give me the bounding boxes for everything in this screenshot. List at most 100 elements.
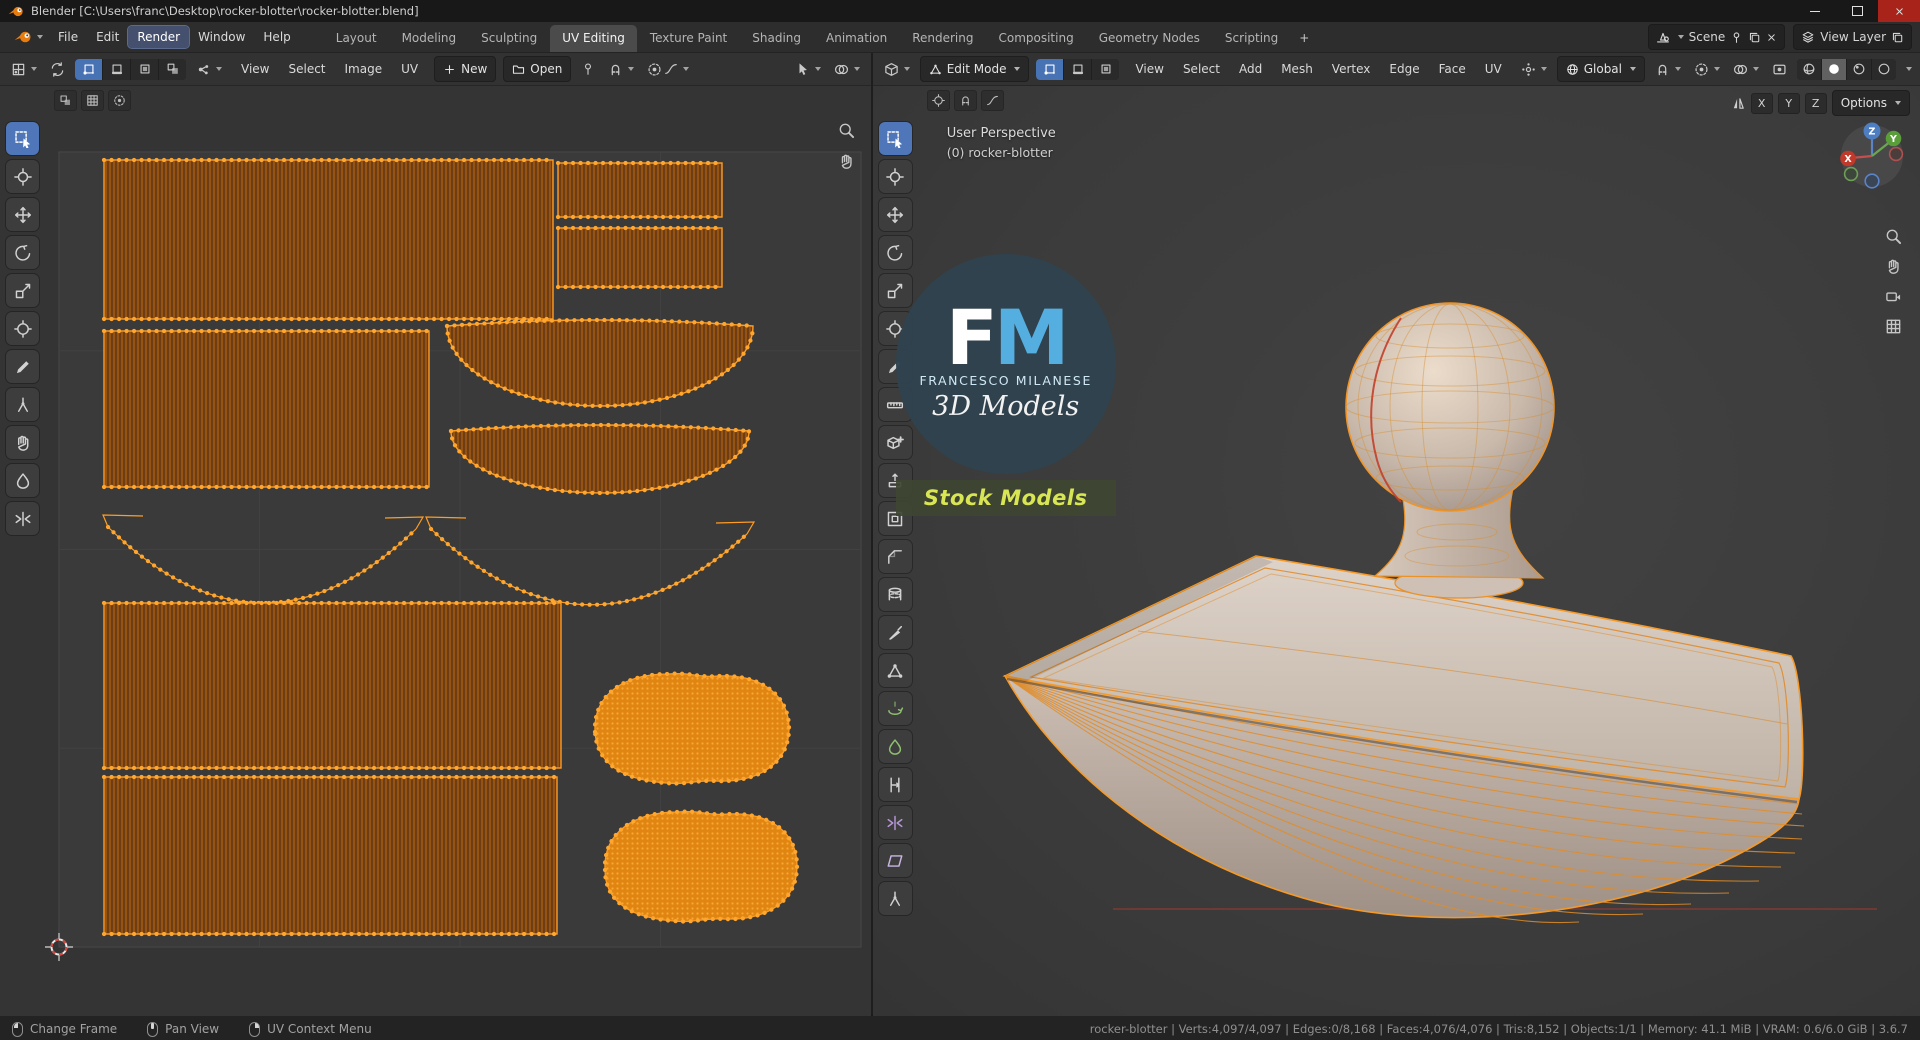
new-scene-icon[interactable]	[1748, 31, 1761, 44]
uv-option-toggle-1[interactable]	[54, 90, 77, 111]
workspace-tab-rendering[interactable]: Rendering	[900, 25, 985, 52]
xray-toggle[interactable]	[1769, 60, 1790, 79]
blender-menu-button[interactable]	[8, 30, 49, 44]
vp-tool-edge-slide[interactable]	[878, 768, 912, 801]
vp-tool-move[interactable]	[878, 198, 912, 231]
menu-window[interactable]: Window	[189, 26, 254, 48]
maximize-button[interactable]	[1836, 0, 1878, 22]
uv-select-mode-island[interactable]	[159, 58, 186, 80]
workspace-tab-shading[interactable]: Shading	[740, 25, 813, 52]
navigation-gizmo[interactable]: Z X Y	[1836, 120, 1908, 192]
editor-type-selector[interactable]	[8, 60, 40, 79]
shading-rendered[interactable]	[1872, 58, 1896, 80]
menu-edit[interactable]: Edit	[87, 26, 128, 48]
uv-option-toggle-2[interactable]	[81, 90, 104, 111]
vp-tool-shrink-fatten[interactable]	[878, 806, 912, 839]
vp-menu-view[interactable]: View	[1126, 58, 1172, 80]
add-workspace-button[interactable]: +	[1291, 25, 1317, 52]
workspace-tab-texture-paint[interactable]: Texture Paint	[638, 25, 739, 52]
vp-menu-uv[interactable]: UV	[1476, 58, 1511, 80]
vp-tool-select-box[interactable]	[878, 122, 912, 155]
uv-tool-rip-region[interactable]	[6, 388, 39, 421]
vp-tool-rip-region[interactable]	[878, 882, 912, 915]
uv-tool-cursor[interactable]	[6, 160, 39, 193]
workspace-tab-sculpting[interactable]: Sculpting	[469, 25, 549, 52]
menu-render[interactable]: Render	[127, 25, 191, 49]
view-layer-selector[interactable]: View Layer	[1793, 24, 1912, 50]
unlink-scene-icon[interactable]	[1766, 32, 1777, 43]
uv-overlays-dropdown[interactable]	[831, 60, 863, 79]
uv-tool-select-box[interactable]	[6, 122, 39, 155]
vp-tool-bevel[interactable]	[878, 540, 912, 573]
uv-tool-annotate[interactable]	[6, 350, 39, 383]
close-button[interactable]	[1878, 0, 1920, 22]
uv-tool-scale[interactable]	[6, 274, 39, 307]
vp-menu-vertex[interactable]: Vertex	[1323, 58, 1380, 80]
orthographic-grid-icon[interactable]	[1885, 318, 1902, 335]
vp-menu-add[interactable]: Add	[1230, 58, 1271, 80]
chevron-down-icon[interactable]	[1906, 67, 1912, 71]
vp-option-toggle-3[interactable]	[980, 90, 1004, 111]
select-mode-edge[interactable]	[1064, 58, 1092, 80]
zoom-icon[interactable]	[1885, 228, 1902, 245]
uv-menu-select[interactable]: Select	[279, 58, 334, 80]
vp-tool-poly-build[interactable]	[878, 654, 912, 687]
vp-tool-cursor[interactable]	[878, 160, 912, 193]
vp-tool-loop-cut[interactable]	[878, 578, 912, 611]
menu-help[interactable]: Help	[254, 26, 299, 48]
workspace-tab-layout[interactable]: Layout	[324, 25, 389, 52]
shading-material[interactable]	[1847, 58, 1871, 80]
uv-tool-pinch[interactable]	[6, 502, 39, 535]
workspace-tab-scripting[interactable]: Scripting	[1213, 25, 1290, 52]
snapping-dropdown[interactable]	[1652, 60, 1684, 79]
mirror-x-toggle[interactable]: X	[1750, 92, 1773, 114]
uv-tool-rotate[interactable]	[6, 236, 39, 269]
viewport-canvas[interactable]: .rib{stroke:#e18c28;stroke-width:1.1;fil…	[872, 86, 1920, 1016]
new-image-button[interactable]: New	[434, 56, 497, 82]
uv-select-mode-face[interactable]	[131, 58, 158, 80]
new-view-layer-icon[interactable]	[1891, 31, 1904, 44]
workspace-tab-compositing[interactable]: Compositing	[986, 25, 1085, 52]
workspace-tab-geometry-nodes[interactable]: Geometry Nodes	[1087, 25, 1212, 52]
vp-option-toggle-1[interactable]	[926, 90, 950, 111]
workspace-tab-modeling[interactable]: Modeling	[390, 25, 469, 52]
uv-proportional-edit-dropdown[interactable]	[644, 60, 692, 79]
uv-tool-move[interactable]	[6, 198, 39, 231]
uv-select-mode-edge[interactable]	[103, 58, 130, 80]
shading-wireframe[interactable]	[1797, 58, 1821, 80]
editor-type-selector[interactable]	[881, 60, 913, 79]
uv-tool-relax[interactable]	[6, 464, 39, 497]
select-mode-vertex[interactable]	[1036, 58, 1064, 80]
pivot-point-dropdown[interactable]	[1518, 60, 1550, 79]
uv-option-toggle-3[interactable]	[108, 90, 131, 111]
uv-menu-view[interactable]: View	[232, 58, 278, 80]
zoom-icon[interactable]	[838, 122, 855, 139]
pan-hand-icon[interactable]	[838, 153, 855, 170]
minimize-button[interactable]	[1794, 0, 1836, 22]
proportional-edit-dropdown[interactable]	[1691, 60, 1723, 79]
pin-icon[interactable]	[1730, 31, 1743, 44]
select-mode-face[interactable]	[1092, 58, 1120, 80]
scene-selector[interactable]: Scene	[1647, 24, 1786, 50]
uv-gizmo-dropdown[interactable]	[793, 60, 824, 78]
vp-menu-edge[interactable]: Edge	[1380, 58, 1428, 80]
uv-select-mode-vertex[interactable]	[75, 58, 102, 80]
overlays-dropdown[interactable]	[1730, 60, 1762, 79]
uv-sync-selection-toggle[interactable]	[47, 60, 68, 79]
vp-tool-spin[interactable]	[878, 692, 912, 725]
vp-option-toggle-2[interactable]	[953, 90, 977, 111]
mirror-y-toggle[interactable]: Y	[1777, 92, 1800, 114]
orientation-dropdown[interactable]: Global	[1556, 56, 1645, 82]
uv-tool-transform[interactable]	[6, 312, 39, 345]
mirror-z-toggle[interactable]: Z	[1804, 92, 1827, 114]
vp-menu-select[interactable]: Select	[1174, 58, 1229, 80]
vp-menu-mesh[interactable]: Mesh	[1272, 58, 1322, 80]
vp-tool-smooth[interactable]	[878, 730, 912, 763]
uv-canvas[interactable]: .uvfill{fill:url(#pv);stroke:#ff9d23;str…	[0, 86, 871, 1016]
vp-menu-face[interactable]: Face	[1430, 58, 1475, 80]
mode-dropdown[interactable]: Edit Mode	[919, 56, 1030, 82]
open-image-button[interactable]: Open	[503, 56, 572, 82]
pin-image-button[interactable]	[578, 60, 598, 78]
uv-menu-image[interactable]: Image	[336, 58, 392, 80]
vp-tool-shear[interactable]	[878, 844, 912, 877]
